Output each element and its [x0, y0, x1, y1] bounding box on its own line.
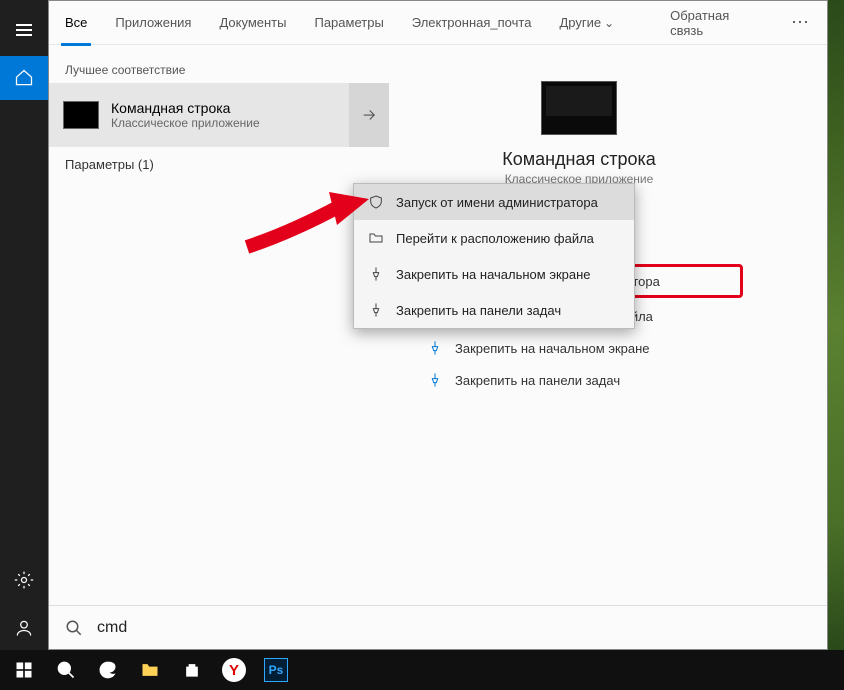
tab-email[interactable]: Электронная_почта — [412, 1, 532, 45]
ctx-open-location[interactable]: Перейти к расположению файла — [354, 220, 634, 256]
preview-action-pin-taskbar[interactable]: Закрепить на панели задач — [409, 364, 749, 396]
ctx-open-location-label: Перейти к расположению файла — [396, 231, 594, 246]
ctx-pin-start[interactable]: Закрепить на начальном экране — [354, 256, 634, 292]
tab-settings[interactable]: Параметры — [314, 1, 383, 45]
preview-action-pin-taskbar-label: Закрепить на панели задач — [455, 373, 620, 388]
preview-action-pin-start[interactable]: Закрепить на начальном экране — [409, 332, 749, 364]
search-panel: Все Приложения Документы Параметры Элект… — [48, 0, 828, 650]
search-input[interactable] — [97, 619, 811, 637]
more-options-button[interactable]: ⋯ — [791, 12, 811, 33]
preview-thumbnail — [541, 81, 617, 135]
taskbar-photoshop[interactable]: Ps — [256, 650, 296, 690]
tab-documents[interactable]: Документы — [219, 1, 286, 45]
preview-title: Командная строка — [409, 149, 749, 170]
menu-button[interactable] — [0, 8, 48, 52]
home-button[interactable] — [0, 56, 48, 100]
search-left-rail — [0, 0, 48, 650]
best-match-header: Лучшее соответствие — [49, 57, 389, 83]
ctx-pin-start-label: Закрепить на начальном экране — [396, 267, 591, 282]
ctx-pin-taskbar[interactable]: Закрепить на панели задач — [354, 292, 634, 328]
results-column: Лучшее соответствие Командная строка Кла… — [49, 45, 389, 605]
tab-other[interactable]: Другие — [559, 1, 614, 45]
taskbar-file-explorer[interactable] — [130, 650, 170, 690]
search-tabs: Все Приложения Документы Параметры Элект… — [49, 1, 827, 45]
user-account-button[interactable] — [0, 606, 48, 650]
expand-arrow-button[interactable] — [349, 83, 389, 147]
tab-apps[interactable]: Приложения — [115, 1, 191, 45]
cmd-icon — [63, 101, 99, 129]
start-button[interactable] — [4, 650, 44, 690]
best-match-subtitle: Классическое приложение — [111, 116, 260, 130]
taskbar: Y Ps — [0, 650, 844, 690]
feedback-link[interactable]: Обратная связь — [670, 8, 763, 38]
ctx-pin-taskbar-label: Закрепить на панели задач — [396, 303, 561, 318]
ctx-run-admin-label: Запуск от имени администратора — [396, 195, 598, 210]
context-menu: Запуск от имени администратора Перейти к… — [353, 183, 635, 329]
search-icon — [65, 619, 83, 637]
taskbar-yandex[interactable]: Y — [214, 650, 254, 690]
search-bar — [49, 605, 827, 649]
annotation-arrow — [237, 177, 377, 272]
best-match-title: Командная строка — [111, 100, 260, 116]
best-match-result[interactable]: Командная строка Классическое приложение — [49, 83, 389, 147]
taskbar-search-button[interactable] — [46, 650, 86, 690]
tab-all[interactable]: Все — [65, 1, 87, 45]
taskbar-edge[interactable] — [88, 650, 128, 690]
settings-gear-button[interactable] — [0, 558, 48, 602]
preview-action-pin-start-label: Закрепить на начальном экране — [455, 341, 650, 356]
taskbar-store[interactable] — [172, 650, 212, 690]
ctx-run-admin[interactable]: Запуск от имени администратора — [354, 184, 634, 220]
